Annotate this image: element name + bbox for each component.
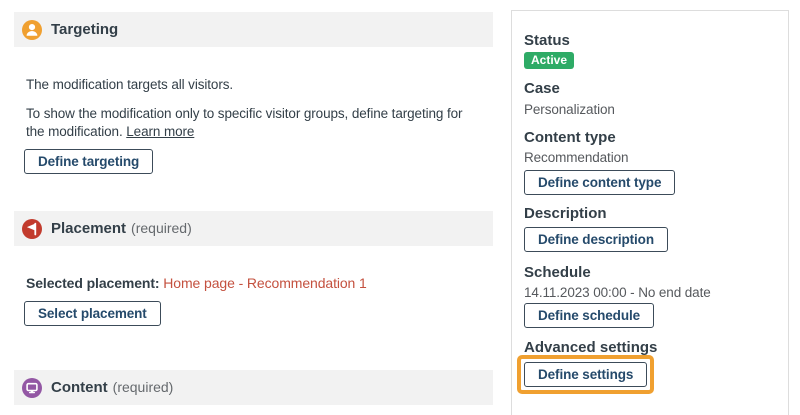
targeting-summary-text: The modification targets all visitors.	[26, 76, 233, 94]
learn-more-link[interactable]: Learn more	[126, 124, 194, 139]
targeting-section-header: Targeting	[14, 12, 493, 47]
select-placement-button[interactable]: Select placement	[24, 301, 161, 326]
placement-section-title: Placement(required)	[51, 220, 192, 237]
case-value: Personalization	[524, 101, 776, 118]
selected-placement-link[interactable]: Home page - Recommendation 1	[163, 275, 366, 291]
description-heading: Description	[524, 204, 776, 223]
highlight-annotation: Define settings	[517, 355, 654, 394]
define-targeting-button[interactable]: Define targeting	[24, 149, 153, 174]
targeting-help-text: To show the modification only to specifi…	[26, 105, 462, 141]
status-heading: Status	[524, 31, 776, 50]
content-section-header: Content(required)	[14, 370, 493, 405]
left-column: Targeting The modification targets all v…	[14, 12, 493, 415]
content-type-value: Recommendation	[524, 149, 776, 166]
define-description-button[interactable]: Define description	[524, 227, 668, 252]
flag-icon	[22, 219, 42, 239]
case-heading: Case	[524, 79, 776, 98]
placement-section-header: Placement(required)	[14, 211, 493, 246]
content-required-label: (required)	[113, 379, 174, 395]
schedule-heading: Schedule	[524, 263, 776, 282]
define-schedule-button[interactable]: Define schedule	[524, 303, 654, 328]
targeting-help-line2: the modification.	[26, 124, 126, 139]
content-type-heading: Content type	[524, 128, 776, 147]
content-section-title: Content(required)	[51, 379, 173, 396]
define-content-type-button[interactable]: Define content type	[524, 170, 675, 195]
modification-settings-page: Targeting The modification targets all v…	[0, 0, 800, 415]
status-badge: Active	[524, 52, 574, 69]
define-settings-button[interactable]: Define settings	[524, 362, 647, 387]
targeting-section-title: Targeting	[51, 21, 118, 38]
targeting-help-line1: To show the modification only to specifi…	[26, 105, 462, 123]
placement-required-label: (required)	[131, 220, 192, 236]
selected-placement-row: Selected placement: Home page - Recommen…	[26, 275, 367, 291]
person-icon	[22, 20, 42, 40]
summary-sidebar: Status Active Case Personalization Conte…	[511, 10, 789, 415]
selected-placement-label: Selected placement:	[26, 275, 160, 291]
schedule-value: 14.11.2023 00:00 - No end date	[524, 284, 776, 301]
display-icon	[22, 378, 42, 398]
